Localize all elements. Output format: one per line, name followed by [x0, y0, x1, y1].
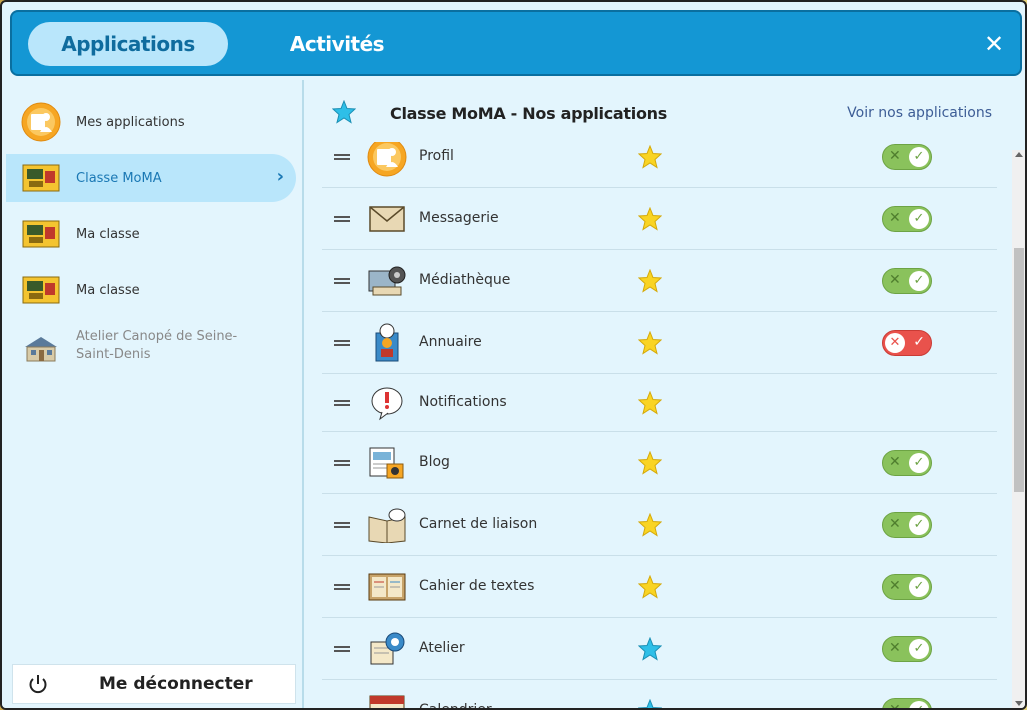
app-name: Blog	[419, 453, 450, 470]
workshop-icon	[366, 629, 408, 669]
main-panel: Classe MoMA - Nos applications Voir nos …	[306, 80, 1025, 710]
directory-icon	[366, 323, 408, 363]
envelope-icon	[366, 199, 408, 239]
applications-modal: Applications Activités ✕ Mes application…	[0, 0, 1027, 710]
sidebar-item-label: Mes applications	[76, 114, 185, 130]
homework-book-icon	[366, 567, 408, 607]
voir-applications-link[interactable]: Voir nos applications	[847, 105, 992, 121]
blog-icon	[366, 443, 408, 483]
logout-button[interactable]: Me déconnecter	[12, 664, 296, 704]
drag-handle-icon[interactable]	[334, 459, 350, 466]
app-toggle[interactable]: ✕✓	[882, 449, 932, 476]
close-icon[interactable]: ✕	[982, 30, 1006, 58]
app-name: Atelier	[419, 639, 465, 656]
drag-handle-icon[interactable]	[334, 399, 350, 406]
list-item: Médiathèque ✕ ✓	[322, 250, 997, 312]
app-toggle[interactable]: ✕✓	[882, 143, 932, 170]
page-title: Classe MoMA - Nos applications	[390, 104, 667, 123]
classroom-icon	[20, 269, 62, 311]
favorite-star-icon[interactable]	[638, 144, 662, 169]
logout-label: Me déconnecter	[99, 674, 253, 694]
classroom-icon	[20, 157, 62, 199]
list-item: Profil ✕ ✓	[322, 142, 997, 188]
drag-handle-icon[interactable]	[334, 153, 350, 160]
tab-activites[interactable]: Activités	[272, 22, 402, 66]
app-toggle[interactable]: ✕✓	[882, 511, 932, 538]
profile-icon	[366, 142, 408, 177]
notebook-icon	[366, 505, 408, 545]
media-library-icon	[366, 261, 408, 301]
list-item: Annuaire ✕ ✓	[322, 312, 997, 374]
sidebar-item-label: Classe MoMA	[76, 170, 162, 186]
apps-list: Profil ✕ ✓ Messagerie ✕ ✓ Médiathèque ✕ …	[322, 142, 997, 710]
star-icon	[332, 100, 356, 124]
drag-handle-icon[interactable]	[334, 215, 350, 222]
tab-applications[interactable]: Applications	[28, 22, 228, 66]
profile-icon	[20, 101, 62, 143]
app-name: Médiathèque	[419, 271, 511, 288]
app-name: Annuaire	[419, 333, 482, 350]
app-toggle[interactable]: ✕✓	[882, 205, 932, 232]
calendar-icon	[366, 691, 408, 708]
chevron-right-icon: ›	[276, 166, 284, 187]
notification-icon	[366, 383, 408, 423]
app-name: Carnet de liaison	[419, 515, 538, 532]
sidebar-item-classe-moma[interactable]: Classe MoMA ›	[6, 154, 296, 202]
app-name: Cahier de textes	[419, 577, 535, 594]
favorite-star-icon[interactable]	[638, 574, 662, 599]
favorite-star-icon[interactable]	[638, 698, 662, 710]
sidebar-item-ma-classe-2[interactable]: Ma classe	[6, 266, 296, 314]
list-item: Notifications	[322, 374, 997, 432]
power-icon	[29, 675, 47, 694]
scrollbar[interactable]	[1012, 150, 1025, 708]
app-toggle[interactable]: ✕✓	[882, 635, 932, 662]
favorite-star-icon[interactable]	[638, 636, 662, 661]
app-name: Notifications	[419, 393, 507, 410]
list-item: Atelier ✕ ✓	[322, 618, 997, 680]
favorite-star-icon[interactable]	[638, 268, 662, 293]
list-item: Calendrier ✕✓	[322, 680, 997, 710]
favorite-star-icon[interactable]	[638, 390, 662, 415]
drag-handle-icon[interactable]	[334, 277, 350, 284]
drag-handle-icon[interactable]	[334, 521, 350, 528]
list-item: Carnet de liaison ✕ ✓	[322, 494, 997, 556]
favorite-star-icon[interactable]	[638, 512, 662, 537]
list-item: Blog ✕ ✓	[322, 432, 997, 494]
app-name: Calendrier	[419, 701, 492, 710]
school-building-icon	[20, 328, 62, 370]
app-toggle[interactable]: ✕✓	[882, 573, 932, 600]
classroom-icon	[20, 213, 62, 255]
drag-handle-icon[interactable]	[334, 583, 350, 590]
app-toggle[interactable]: ✕✓	[882, 697, 932, 708]
scroll-down-arrow-icon[interactable]	[1015, 701, 1023, 706]
sidebar-item-label: Atelier Canopé de Seine-Saint-Denis	[76, 329, 238, 362]
drag-handle-icon[interactable]	[334, 339, 350, 346]
sidebar-item-atelier-canope[interactable]: Atelier Canopé de Seine-Saint-Denis	[6, 322, 296, 378]
app-toggle[interactable]: ✕✓	[882, 329, 932, 356]
favorite-star-icon[interactable]	[638, 330, 662, 355]
drag-handle-icon[interactable]	[334, 645, 350, 652]
sidebar-item-label: Ma classe	[76, 226, 140, 242]
sidebar-item-ma-classe[interactable]: Ma classe	[6, 210, 296, 258]
list-item: Cahier de textes ✕ ✓	[322, 556, 997, 618]
app-name: Profil	[419, 147, 454, 164]
app-toggle[interactable]: ✕✓	[882, 267, 932, 294]
scrollbar-thumb[interactable]	[1014, 248, 1024, 492]
sidebar-item-label: Ma classe	[76, 282, 140, 298]
sidebar: Mes applications Classe MoMA › Ma classe…	[2, 80, 304, 708]
app-name: Messagerie	[419, 209, 499, 226]
modal-header: Applications Activités ✕	[10, 10, 1022, 76]
favorite-star-icon[interactable]	[638, 206, 662, 231]
list-item: Messagerie ✕ ✓	[322, 188, 997, 250]
favorite-star-icon[interactable]	[638, 450, 662, 475]
sidebar-item-mes-applications[interactable]: Mes applications	[6, 98, 296, 146]
scroll-up-arrow-icon[interactable]	[1015, 152, 1023, 157]
